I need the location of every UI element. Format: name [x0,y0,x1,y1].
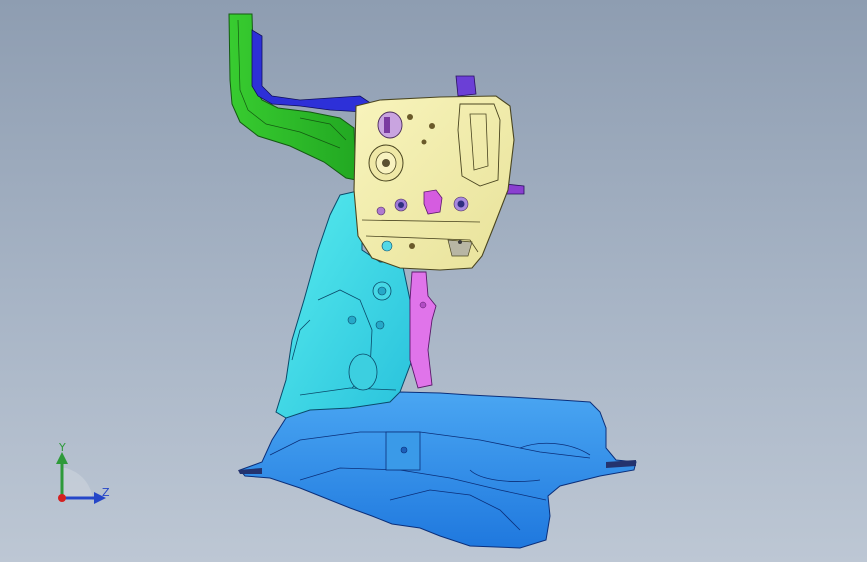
y-axis-label: Y [59,441,66,454]
green-bracket[interactable] [228,13,357,181]
cad-viewport[interactable]: Y Z [0,0,867,562]
blue-floor-panel[interactable] [238,391,637,549]
magenta-clip[interactable] [409,271,437,389]
z-axis-label: Z [102,486,110,499]
yellow-mounting-plate[interactable] [353,95,515,271]
coordinate-triad: Y Z [40,438,120,508]
assembly-model[interactable] [0,0,867,562]
